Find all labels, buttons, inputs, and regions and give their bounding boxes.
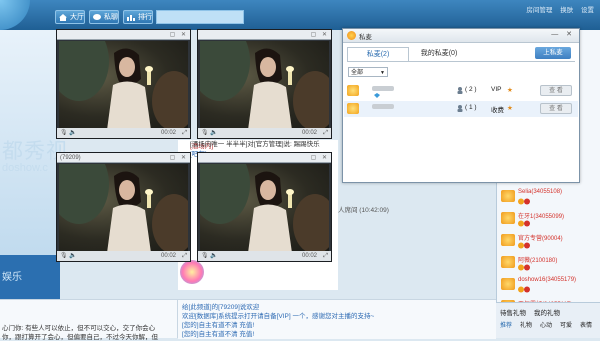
avatar [501,212,515,224]
fullscreen-icon[interactable]: ⤢ [323,128,328,138]
diamond-icon [374,93,380,98]
join-private-mic-button[interactable]: 上私麦 [535,47,571,59]
tab-gifts-for-sale[interactable]: 待售礼物 [500,307,526,317]
view-button[interactable]: 查 看 [540,103,572,114]
avatar [501,190,515,202]
window-controls: ▢ ✕ [169,155,188,161]
settings-link[interactable]: 设置 [581,7,594,14]
video-person-image [200,41,329,128]
ranking-icon [127,15,135,21]
badge-icon [518,264,530,271]
room-manage-link[interactable]: 房间管理 [526,7,552,14]
gift-bar: 待售礼物 我的礼物 推荐 礼物 心动 可爱 表情 [496,302,600,338]
avatar [347,85,359,96]
badge-icon [518,242,530,249]
gift-category-heart[interactable]: 心动 [540,320,552,329]
video-header: (79209) ▢ ✕ [57,153,190,163]
video-header: ▢ ✕ [198,153,331,163]
user-name [372,86,394,91]
person-icon [457,105,463,112]
person-icon [457,87,463,94]
user-name [372,104,394,109]
star-icon: ★ [507,87,513,94]
video-window-2[interactable]: ▢ ✕ 🎙 🔈 00:02 ⤢ [197,29,332,139]
avatar [347,103,359,114]
system-message-log: 给[此频道]的[79209]说欢迎 欢迎[数据库]系统提示打开请自备[VIP] … [178,299,496,339]
fullscreen-icon[interactable]: ⤢ [323,251,328,261]
window-controls: ▢ ✕ [310,32,329,38]
star-icon: ★ [507,105,513,112]
private-mic-row[interactable]: ( 2 ) VIP ★ 查 看 [344,83,578,99]
user-list-item[interactable]: 在牙1(34055099) [501,210,597,232]
video-frame [59,41,188,128]
video-person-image [59,164,188,251]
home-icon [59,14,67,21]
video-frame [200,41,329,128]
window-controls: ▢ ✕ [169,32,188,38]
public-chat-log: 心门你: 有些人可以依止，但不可以交心，交了你会心 你，跟打算开了会心，但偏要自… [0,299,178,341]
tab-ranking[interactable]: 排行 [123,10,153,24]
chat-line: 你，跟打算开了会心，但偏要自己，不过今天你解，但 [2,334,158,341]
filter-select[interactable]: 全部 ▼ [348,67,388,77]
video-person-image [200,164,329,251]
video-footer: 🎙 🔈 00:02 ⤢ [57,128,190,138]
private-mic-icon [347,31,356,40]
badge-icon [518,286,530,293]
dialog-title: 私麦 [359,34,372,41]
view-button[interactable]: 查 看 [540,85,572,96]
avatar [501,234,515,246]
window-controls[interactable]: — ✕ [551,30,575,38]
private-mic-dialog: 私麦 — ✕ 私麦(2) 我的私麦(0) 上私麦 全部 ▼ ( 2 ) VIP ★… [342,28,580,183]
rose-emoticon [180,260,204,284]
video-person-image [59,41,188,128]
brand-domain: doshow.c [2,162,48,174]
video-frame [59,164,188,251]
video-footer: 🎙 🔈 00:02 ⤢ [198,128,331,138]
room-search-input[interactable] [156,10,244,24]
chat-line: [酒场内唯一 半半半]对[官方管理]说: 踢踢快乐 [190,141,320,148]
video-window-3[interactable]: (79209) ▢ ✕ 🎙 🔈 00:02 ⤢ [56,152,191,262]
chevron-down-icon: ▼ [380,70,385,76]
divider [347,61,575,62]
gift-category-emoji[interactable]: 表情 [580,320,592,329]
user-list-item[interactable]: Selia(34055108) [501,188,597,210]
live-banner-text: 娱乐 [2,272,22,283]
window-controls: ▢ ✕ [310,155,329,161]
dialog-title-bar: 私麦 — ✕ [343,29,579,43]
fullscreen-icon[interactable]: ⤢ [182,251,187,261]
user-list-item[interactable]: 阿薇(2100180) [501,254,597,276]
user-list-item[interactable]: 官方专营(90004) [501,232,597,254]
gift-category-recommend[interactable]: 推荐 [500,320,512,329]
avatar [501,278,515,290]
top-links: 房间管理 换肤 设置 [520,4,594,14]
video-header: ▢ ✕ [198,30,331,40]
badge-icon [518,220,530,227]
avatar [501,256,515,268]
tab-private-chat[interactable]: 私聊 [89,10,119,24]
chat-line: 人席间 (10:42:09) [338,207,389,214]
video-footer: 🎙 🔈 00:02 ⤢ [198,251,331,261]
private-mic-row[interactable]: ( 1 ) 收费 ★ 查 看 [344,101,578,117]
tab-lobby[interactable]: 大厅 [55,10,85,24]
gift-category-cute[interactable]: 可爱 [560,320,572,329]
tab-my-private-mic[interactable]: 我的私麦(0) [409,47,469,61]
tab-my-gifts[interactable]: 我的礼物 [534,307,560,317]
top-bar: 大厅 私聊 排行 房间管理 换肤 设置 [0,0,600,30]
video-window-4[interactable]: ▢ ✕ 🎙 🔈 00:02 ⤢ [197,152,332,262]
video-header: ▢ ✕ [57,30,190,40]
fullscreen-icon[interactable]: ⤢ [182,128,187,138]
video-footer: 🎙 🔈 00:02 ⤢ [57,251,190,261]
chat-line: [您的]自主有道不清 充值! [182,331,255,338]
video-window-1[interactable]: ▢ ✕ 🎙 🔈 00:02 ⤢ [56,29,191,139]
gift-category-gift[interactable]: 礼物 [520,320,532,329]
tab-private-mic[interactable]: 私麦(2) [347,47,409,62]
skin-link[interactable]: 换肤 [560,7,573,14]
user-list-item[interactable]: doshow16(34055179) [501,276,597,298]
chat-icon [93,14,101,20]
badge-icon [518,198,530,205]
app-logo [0,0,30,30]
video-frame [200,164,329,251]
